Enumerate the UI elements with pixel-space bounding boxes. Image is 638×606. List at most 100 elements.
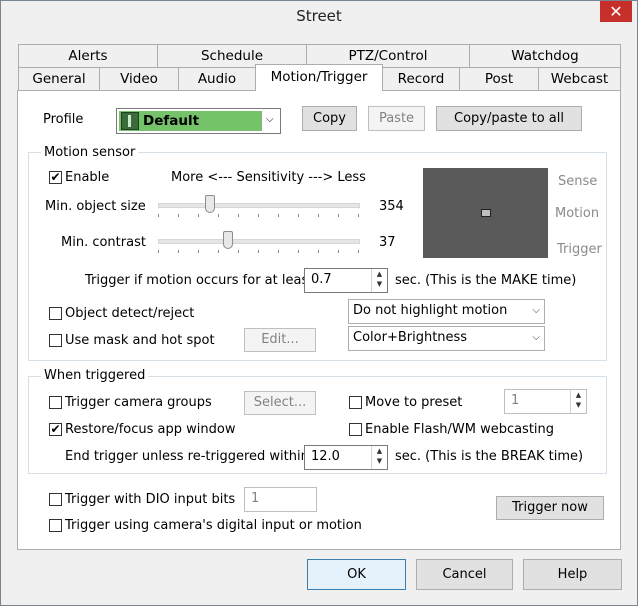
tab-record[interactable]: Record bbox=[382, 67, 460, 90]
tab-webcast[interactable]: Webcast bbox=[538, 67, 621, 90]
min-contrast-tick bbox=[238, 250, 239, 253]
chevron-down-icon: ⌵ bbox=[266, 114, 274, 125]
tab-general[interactable]: General bbox=[18, 67, 100, 90]
tab-video[interactable]: Video bbox=[99, 67, 179, 90]
min-contrast-tick bbox=[218, 250, 219, 253]
motion-label: Motion bbox=[555, 206, 600, 221]
restore-label: Restore/focus app window bbox=[65, 422, 236, 437]
move-preset-label: Move to preset bbox=[365, 395, 463, 410]
dio-bits-input[interactable]: 1 bbox=[244, 487, 317, 512]
min-contrast-tick bbox=[158, 250, 159, 253]
chevron-down-icon: ⌵ bbox=[532, 332, 540, 343]
edit-button[interactable]: Edit... bbox=[244, 328, 316, 352]
digital-input-checkbox[interactable] bbox=[49, 519, 62, 532]
min-contrast-label: Min. contrast bbox=[61, 235, 146, 250]
when-triggered-title: When triggered bbox=[41, 368, 149, 383]
min-contrast-tick bbox=[338, 250, 339, 253]
min-contrast-tick bbox=[198, 250, 199, 253]
spin-updown-icon[interactable]: ▲ ▼ bbox=[371, 446, 387, 469]
min-object-size-tick bbox=[298, 214, 299, 217]
tab-alerts[interactable]: Alerts bbox=[18, 44, 158, 67]
min-object-size-tick bbox=[198, 214, 199, 217]
trigger-min-label: Trigger if motion occurs for at least bbox=[85, 273, 314, 288]
highlight-select[interactable]: Do not highlight motion ⌵ bbox=[348, 299, 545, 324]
flash-webcast-checkbox[interactable] bbox=[349, 423, 362, 436]
min-object-size-tick bbox=[278, 214, 279, 217]
ok-button[interactable]: OK bbox=[307, 559, 406, 590]
sense-label: Sense bbox=[558, 174, 598, 189]
tab-post[interactable]: Post bbox=[459, 67, 539, 90]
make-time-input[interactable]: 0.7 ▲ ▼ bbox=[304, 268, 388, 293]
flash-webcast-label: Enable Flash/WM webcasting bbox=[365, 422, 555, 437]
algorithm-select[interactable]: Color+Brightness ⌵ bbox=[348, 326, 545, 351]
close-icon[interactable]: ✕ bbox=[600, 1, 632, 22]
min-object-size-tick bbox=[158, 214, 159, 217]
min-contrast-tick bbox=[318, 250, 319, 253]
copy-paste-all-button[interactable]: Copy/paste to all bbox=[436, 106, 582, 131]
min-object-size-slider[interactable] bbox=[158, 195, 360, 219]
digital-input-label: Trigger using camera's digital input or … bbox=[65, 518, 362, 533]
window-title: Street bbox=[296, 7, 342, 25]
min-object-size-tick bbox=[178, 214, 179, 217]
motion-preview bbox=[423, 168, 548, 258]
min-object-size-thumb[interactable] bbox=[205, 195, 215, 213]
min-contrast-slider[interactable] bbox=[158, 231, 360, 255]
camera-groups-checkbox[interactable] bbox=[49, 396, 62, 409]
trigger-indicator-label: Trigger bbox=[557, 242, 602, 257]
end-trigger-label: End trigger unless re-triggered within bbox=[65, 449, 309, 464]
min-object-size-track bbox=[158, 203, 360, 208]
min-contrast-value: 37 bbox=[379, 235, 396, 250]
min-contrast-thumb[interactable] bbox=[223, 231, 233, 249]
dio-label: Trigger with DIO input bits bbox=[65, 492, 236, 507]
profile-value: Default bbox=[143, 113, 200, 129]
enable-checkbox[interactable]: ✔ bbox=[49, 171, 62, 184]
tab-motion-trigger[interactable]: Motion/Trigger bbox=[255, 64, 383, 91]
min-contrast-tick bbox=[258, 250, 259, 253]
min-object-size-value: 354 bbox=[379, 199, 404, 214]
tab-pane: Profile Default ⌵ Copy Paste Copy/paste … bbox=[17, 90, 621, 550]
break-time-suffix: sec. (This is the BREAK time) bbox=[395, 449, 584, 464]
min-contrast-tick bbox=[298, 250, 299, 253]
profile-icon bbox=[121, 112, 139, 130]
min-object-size-tick bbox=[338, 214, 339, 217]
min-object-size-tick bbox=[258, 214, 259, 217]
camera-groups-label: Trigger camera groups bbox=[65, 395, 212, 410]
motion-sensor-title: Motion sensor bbox=[41, 145, 139, 160]
trigger-now-button[interactable]: Trigger now bbox=[496, 496, 604, 520]
min-object-size-tick bbox=[318, 214, 319, 217]
move-preset-checkbox[interactable] bbox=[349, 396, 362, 409]
copy-button[interactable]: Copy bbox=[302, 106, 357, 131]
make-time-suffix: sec. (This is the MAKE time) bbox=[395, 273, 577, 288]
profile-select[interactable]: Default ⌵ bbox=[116, 108, 281, 134]
chevron-down-icon: ⌵ bbox=[532, 305, 540, 316]
preset-input[interactable]: 1 ▲ ▼ bbox=[504, 389, 587, 414]
title-bar[interactable]: Street ✕ bbox=[1, 1, 637, 31]
restore-checkbox[interactable]: ✔ bbox=[49, 423, 62, 436]
motion-marker bbox=[481, 209, 491, 217]
break-time-input[interactable]: 12.0 ▲ ▼ bbox=[304, 445, 388, 470]
select-groups-button[interactable]: Select... bbox=[244, 391, 316, 415]
paste-button[interactable]: Paste bbox=[368, 106, 425, 131]
min-object-size-tick bbox=[218, 214, 219, 217]
min-contrast-tick bbox=[178, 250, 179, 253]
min-contrast-tick bbox=[278, 250, 279, 253]
mask-checkbox[interactable] bbox=[49, 334, 62, 347]
object-detect-checkbox[interactable] bbox=[49, 307, 62, 320]
help-button[interactable]: Help bbox=[523, 559, 622, 590]
sensitivity-label: More <--- Sensitivity ---> Less bbox=[171, 170, 366, 185]
object-detect-label: Object detect/reject bbox=[65, 306, 195, 321]
min-object-size-tick bbox=[358, 214, 359, 217]
dialog-window: Street ✕ Alerts Schedule PTZ/Control Wat… bbox=[0, 0, 638, 606]
tab-watchdog[interactable]: Watchdog bbox=[469, 44, 621, 67]
spin-updown-icon[interactable]: ▲ ▼ bbox=[371, 269, 387, 292]
min-object-size-label: Min. object size bbox=[45, 199, 146, 214]
cancel-button[interactable]: Cancel bbox=[416, 559, 513, 590]
min-contrast-tick bbox=[358, 250, 359, 253]
profile-label: Profile bbox=[43, 112, 84, 127]
enable-label: Enable bbox=[65, 170, 110, 185]
dio-checkbox[interactable] bbox=[49, 493, 62, 506]
spin-updown-icon[interactable]: ▲ ▼ bbox=[570, 390, 586, 413]
min-object-size-tick bbox=[238, 214, 239, 217]
tab-audio[interactable]: Audio bbox=[178, 67, 256, 90]
mask-label: Use mask and hot spot bbox=[65, 333, 215, 348]
